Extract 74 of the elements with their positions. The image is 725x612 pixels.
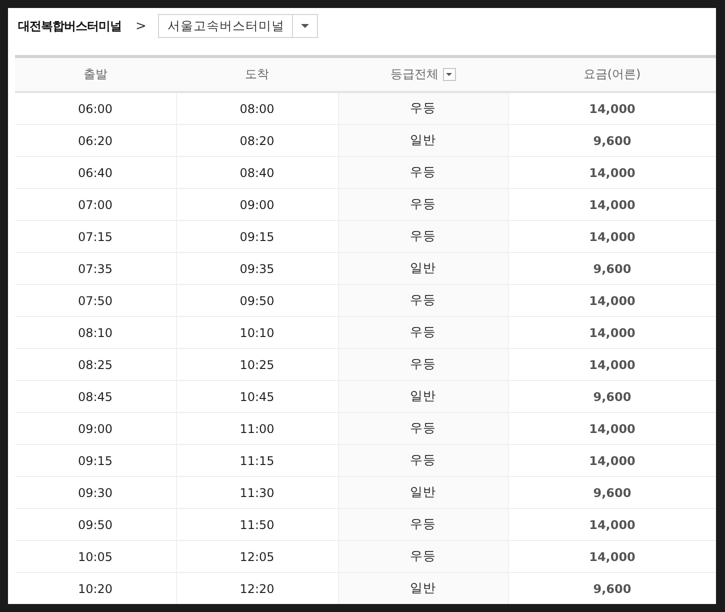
- destination-dropdown[interactable]: 서울고속버스터미널: [158, 14, 318, 38]
- bus-grade: 우등: [410, 164, 436, 179]
- departure-time: 07:15: [78, 230, 113, 244]
- fare: 14,000: [589, 294, 636, 308]
- arrival-time: 11:30: [240, 486, 274, 500]
- departure-time: 07:35: [78, 262, 113, 276]
- departure-time: 07:50: [78, 294, 113, 308]
- arrival-time: 09:15: [240, 230, 274, 244]
- arrival-time: 08:00: [240, 102, 274, 116]
- bus-grade: 우등: [410, 324, 436, 339]
- departure-time: 06:20: [78, 134, 113, 148]
- arrival-time: 11:00: [240, 422, 274, 436]
- arrival-time: 11:15: [240, 454, 274, 468]
- bus-grade: 일반: [410, 580, 436, 595]
- bus-grade: 우등: [410, 228, 436, 243]
- fare: 9,600: [593, 134, 632, 148]
- bus-grade: 우등: [410, 548, 436, 563]
- arrival-time: 08:20: [240, 134, 274, 148]
- arrival-time: 10:10: [240, 326, 274, 340]
- fare: 14,000: [589, 102, 636, 116]
- arrival-time: 12:20: [240, 582, 274, 596]
- bus-grade: 우등: [410, 100, 436, 115]
- departure-time: 06:40: [78, 166, 113, 180]
- column-header: 요금(어른): [583, 67, 641, 81]
- arrival-time: 09:50: [240, 294, 274, 308]
- departure-time: 08:10: [78, 326, 113, 340]
- fare: 14,000: [589, 358, 636, 372]
- arrival-time: 11:50: [240, 518, 274, 532]
- fare: 14,000: [589, 326, 636, 340]
- origin-terminal: 대전복합버스터미널: [18, 18, 122, 34]
- fare: 14,000: [589, 198, 636, 212]
- arrival-time: 12:05: [240, 550, 274, 564]
- fare: 14,000: [589, 454, 636, 468]
- arrival-time: 10:25: [240, 358, 274, 372]
- column-header: 도착: [245, 67, 269, 81]
- bus-grade: 일반: [410, 260, 436, 275]
- bus-grade: 우등: [410, 292, 436, 307]
- departure-time: 06:00: [78, 102, 113, 116]
- departure-time: 10:05: [78, 550, 113, 564]
- filter-button[interactable]: [442, 68, 456, 81]
- arrival-time: 08:40: [240, 166, 274, 180]
- chevron-icon: >: [136, 18, 146, 34]
- bus-grade: 우등: [410, 516, 436, 531]
- fare: 9,600: [593, 486, 632, 500]
- fare: 9,600: [593, 582, 632, 596]
- fare: 14,000: [589, 166, 636, 180]
- bus-grade: 우등: [410, 420, 436, 435]
- departure-time: 09:30: [78, 486, 113, 500]
- fare: 9,600: [593, 390, 632, 404]
- fare: 14,000: [589, 518, 636, 532]
- arrival-time: 09:00: [240, 198, 274, 212]
- caret-icon: [446, 73, 452, 76]
- bus-grade: 우등: [410, 452, 436, 467]
- bus-grade: 일반: [410, 484, 436, 499]
- fare: 14,000: [589, 422, 636, 436]
- arrival-time: 09:35: [240, 262, 274, 276]
- bus-grade: 우등: [410, 196, 436, 211]
- departure-time: 09:50: [78, 518, 113, 532]
- fare: 14,000: [589, 550, 636, 564]
- departure-time: 08:45: [78, 390, 113, 404]
- bus-grade: 우등: [410, 356, 436, 371]
- departure-time: 08:25: [78, 358, 113, 372]
- fare: 14,000: [589, 230, 636, 244]
- departure-time: 09:15: [78, 454, 113, 468]
- fare: 9,600: [593, 262, 632, 276]
- arrival-time: 10:45: [240, 390, 274, 404]
- column-header: 등급전체: [390, 66, 438, 83]
- departure-time: 07:00: [78, 198, 113, 212]
- bus-grade: 일반: [410, 388, 436, 403]
- bus-grade: 일반: [410, 132, 436, 147]
- departure-time: 09:00: [78, 422, 113, 436]
- departure-time: 10:20: [78, 582, 113, 596]
- caret-icon: [301, 24, 310, 28]
- column-header: 출발: [84, 67, 108, 81]
